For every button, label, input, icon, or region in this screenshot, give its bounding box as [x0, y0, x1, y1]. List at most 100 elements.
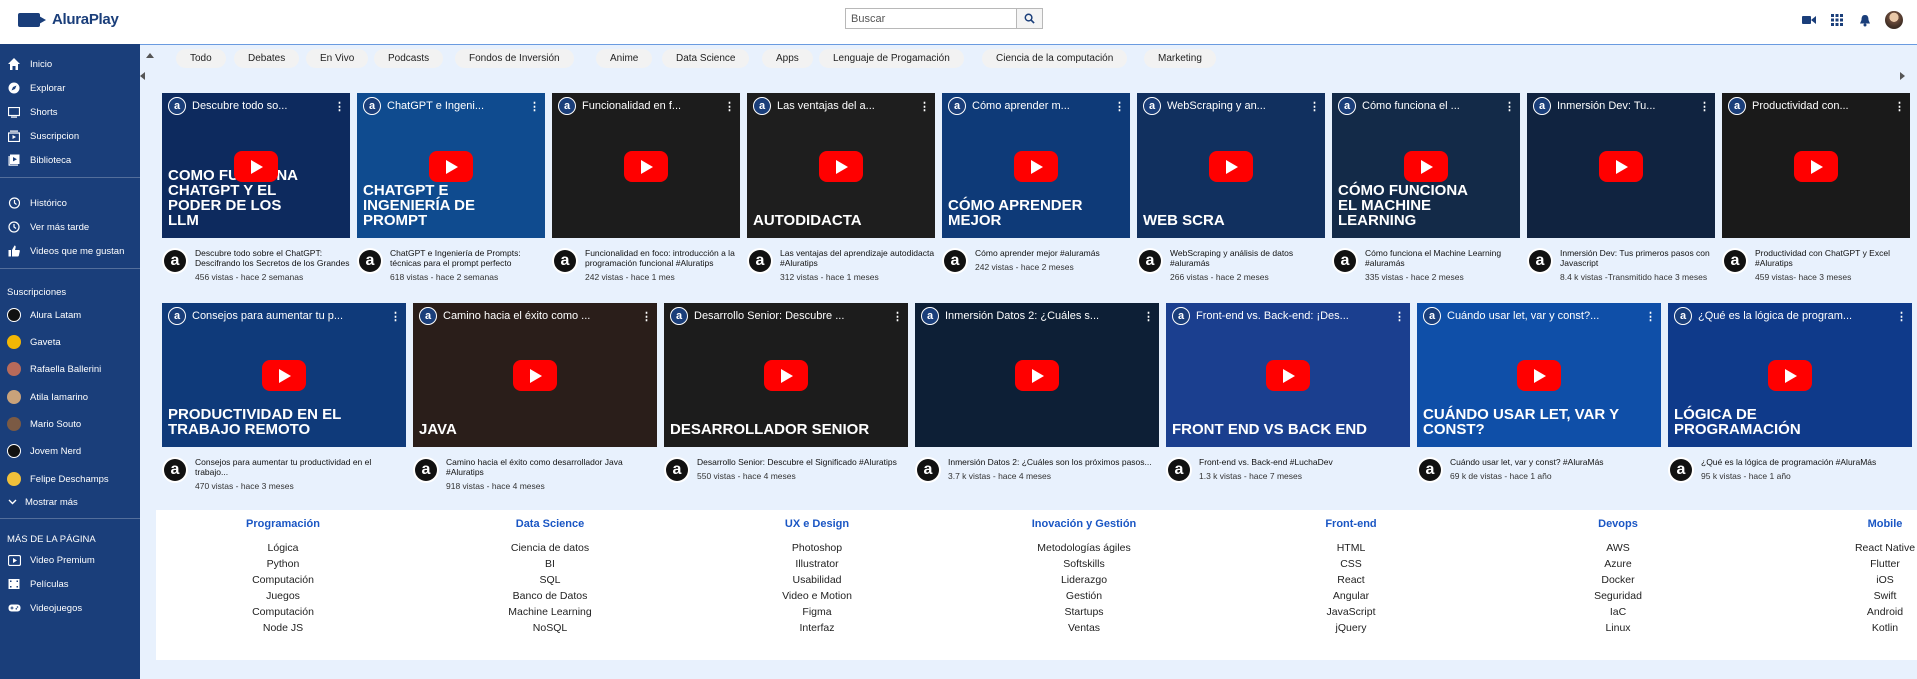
play-button-icon[interactable] — [513, 360, 557, 391]
video-title[interactable]: Consejos para aumentar tu productividad … — [195, 457, 406, 477]
more-options-icon[interactable]: ⋮ — [529, 100, 540, 113]
play-button-icon[interactable] — [1014, 150, 1058, 182]
sidebar-item-peliculas[interactable]: Películas — [0, 573, 140, 595]
chip-podcasts[interactable]: Podcasts — [374, 49, 444, 68]
footer-heading[interactable]: Front-end — [1271, 518, 1431, 530]
footer-link[interactable]: NoSQL — [470, 620, 630, 636]
chip-lenguaje-de-programacion[interactable]: Lenguaje de Progamación — [819, 49, 964, 68]
play-button-icon[interactable] — [1517, 360, 1561, 391]
channel-avatar[interactable]: a — [162, 248, 188, 274]
play-button-icon[interactable] — [1015, 360, 1059, 391]
play-button-icon[interactable] — [1794, 150, 1838, 182]
footer-link[interactable]: Kotlin — [1805, 620, 1917, 636]
footer-link[interactable]: Computación — [203, 604, 363, 620]
more-options-icon[interactable]: ⋮ — [1143, 310, 1154, 323]
channel-avatar[interactable]: a — [1527, 248, 1553, 274]
more-options-icon[interactable]: ⋮ — [1645, 310, 1656, 323]
more-options-icon[interactable]: ⋮ — [919, 100, 930, 113]
footer-link[interactable]: Python — [203, 556, 363, 572]
chip-data-science[interactable]: Data Science — [662, 49, 750, 68]
sidebar-item-atila-iamarino[interactable]: Atila Iamarino — [0, 386, 140, 408]
footer-link[interactable]: Computación — [203, 572, 363, 588]
video-title[interactable]: Productividad con ChatGPT y Excel #Alura… — [1755, 248, 1910, 268]
channel-avatar[interactable]: a — [413, 457, 439, 483]
play-button-icon[interactable] — [1404, 150, 1448, 182]
chip-apps[interactable]: Apps — [762, 49, 813, 68]
channel-avatar[interactable]: a — [1332, 248, 1358, 274]
play-button-icon[interactable] — [1209, 150, 1253, 182]
footer-heading[interactable]: Programación — [203, 518, 363, 530]
channel-avatar[interactable]: a — [1722, 248, 1748, 274]
video-title[interactable]: Cómo aprender mejor #aluramás — [975, 248, 1130, 258]
video-title[interactable]: Cómo funciona el Machine Learning #alura… — [1365, 248, 1520, 268]
sidebar-item-suscripcion[interactable]: Suscripcion — [0, 125, 140, 147]
video-thumbnail[interactable]: a Cuándo usar let, var y const?... ⋮ CUÁNDO… — [1417, 303, 1661, 447]
footer-link[interactable]: Figma — [737, 604, 897, 620]
footer-link[interactable]: Illustrator — [737, 556, 897, 572]
play-button-icon[interactable] — [1768, 360, 1812, 391]
footer-link[interactable]: Gestión — [1004, 588, 1164, 604]
footer-link[interactable]: JavaScript — [1271, 604, 1431, 620]
sidebar-item-mario-souto[interactable]: Mario Souto — [0, 413, 140, 435]
more-options-icon[interactable]: ⋮ — [1394, 310, 1405, 323]
video-thumbnail[interactable]: a Descubre todo so... ⋮ COMO FUNCIONA CHATG… — [162, 93, 350, 238]
sidebar-item-alura-latam[interactable]: Alura Latam — [0, 304, 140, 326]
more-options-icon[interactable]: ⋮ — [334, 100, 345, 113]
footer-link[interactable]: Docker — [1538, 572, 1698, 588]
channel-avatar[interactable]: a — [942, 248, 968, 274]
footer-link[interactable]: Liderazgo — [1004, 572, 1164, 588]
video-thumbnail[interactable]: a Consejos para aumentar tu p... ⋮ PRODUCTI… — [162, 303, 406, 447]
channel-avatar[interactable]: a — [664, 457, 690, 483]
play-button-icon[interactable] — [1599, 150, 1643, 182]
chip-todo[interactable]: Todo — [176, 49, 226, 68]
sidebar-item-gaveta[interactable]: Gaveta — [0, 331, 140, 353]
footer-link[interactable]: Banco de Datos — [470, 588, 630, 604]
footer-link[interactable]: React Native — [1805, 540, 1917, 556]
footer-link[interactable]: React — [1271, 572, 1431, 588]
play-button-icon[interactable] — [819, 150, 863, 182]
chip-ciencia-de-la-computacion[interactable]: Ciencia de la computación — [982, 49, 1128, 68]
more-options-icon[interactable]: ⋮ — [1894, 100, 1905, 113]
sidebar-item-inicio[interactable]: Inicio — [0, 53, 140, 75]
scroll-right-arrow-icon[interactable] — [1900, 72, 1905, 80]
video-title[interactable]: Las ventajas del aprendizaje autodidacta… — [780, 248, 935, 268]
logo[interactable]: AluraPlay — [18, 11, 119, 28]
more-options-icon[interactable]: ⋮ — [892, 310, 903, 323]
sidebar-item-video-premium[interactable]: Video Premium — [0, 549, 140, 571]
footer-link[interactable]: BI — [470, 556, 630, 572]
video-title[interactable]: Front-end vs. Back-end #LuchaDev — [1199, 457, 1410, 467]
scroll-up-arrow-icon[interactable] — [146, 53, 154, 58]
apps-grid-icon[interactable] — [1829, 12, 1845, 28]
video-thumbnail[interactable]: a ChatGPT e Ingeni... ⋮ CHATGPT E INGENIERÍ… — [357, 93, 545, 238]
footer-link[interactable]: Seguridad — [1538, 588, 1698, 604]
play-button-icon[interactable] — [624, 150, 668, 182]
video-thumbnail[interactable]: a Camino hacia el éxito como ... ⋮ JAVA — [413, 303, 657, 447]
footer-link[interactable]: Node JS — [203, 620, 363, 636]
more-options-icon[interactable]: ⋮ — [390, 310, 401, 323]
footer-link[interactable]: Photoshop — [737, 540, 897, 556]
search-button[interactable] — [1017, 8, 1043, 29]
channel-avatar[interactable]: a — [1668, 457, 1694, 483]
more-options-icon[interactable]: ⋮ — [1896, 310, 1907, 323]
video-title[interactable]: WebScraping y análisis de datos #aluramá… — [1170, 248, 1325, 268]
search-input[interactable] — [845, 8, 1017, 29]
channel-avatar[interactable]: a — [915, 457, 941, 483]
play-button-icon[interactable] — [429, 150, 473, 182]
footer-link[interactable]: SQL — [470, 572, 630, 588]
sidebar-item-historico[interactable]: Histórico — [0, 192, 140, 214]
play-button-icon[interactable] — [234, 150, 278, 182]
footer-link[interactable]: Video e Motion — [737, 588, 897, 604]
footer-link[interactable]: Azure — [1538, 556, 1698, 572]
video-title[interactable]: Funcionalidad en foco: introducción a la… — [585, 248, 740, 268]
video-title[interactable]: Inmersión Dev: Tus primeros pasos con Ja… — [1560, 248, 1715, 268]
video-title[interactable]: Inmersión Datos 2: ¿Cuáles son los próxi… — [948, 457, 1159, 467]
sidebar-item-ver-mas-tarde[interactable]: Ver más tarde — [0, 216, 140, 238]
footer-link[interactable]: jQuery — [1271, 620, 1431, 636]
more-options-icon[interactable]: ⋮ — [1114, 100, 1125, 113]
footer-link[interactable]: Ciencia de datos — [470, 540, 630, 556]
video-thumbnail[interactable]: a Cómo aprender m... ⋮ CÓMO APRENDER MEJOR — [942, 93, 1130, 238]
footer-link[interactable]: Metodologías ágiles — [1004, 540, 1164, 556]
channel-avatar[interactable]: a — [1166, 457, 1192, 483]
show-more-button[interactable]: Mostrar más — [0, 491, 140, 513]
footer-link[interactable]: Softskills — [1004, 556, 1164, 572]
